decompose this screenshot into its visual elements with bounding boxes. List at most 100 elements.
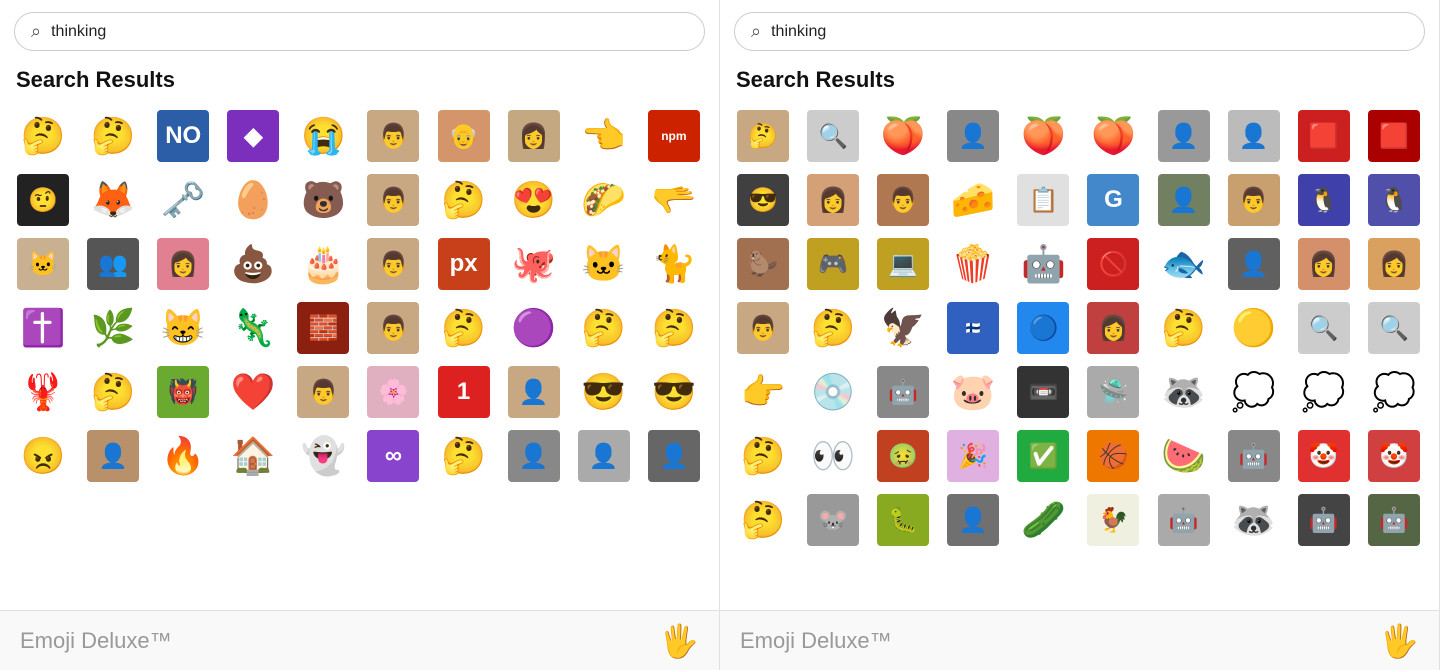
emoji-cell[interactable]: 🤡 [1363,425,1425,487]
emoji-cell[interactable]: 🤔 [433,169,495,231]
emoji-cell[interactable]: 🤨 [12,169,74,231]
emoji-cell[interactable]: 👤 [82,425,144,487]
emoji-cell[interactable]: 👴 [433,105,495,167]
emoji-cell[interactable]: 🤔 [732,425,794,487]
emoji-cell[interactable]: 🐷 [942,361,1004,423]
emoji-cell[interactable]: 🦊 [82,169,144,231]
emoji-cell[interactable]: 🥚 [222,169,284,231]
emoji-cell[interactable]: NO [152,105,214,167]
emoji-cell[interactable]: 🍉 [1153,425,1215,487]
left-emoji-grid-container[interactable]: 🤔🤔NO◆😭👨👴👩👈npm🤨🦊🗝️🥚🐻👨🤔😍🌮🫳🐱👥👩💩🎂👨px🐙🐱🐈✝️🌿😸🦎… [0,101,719,610]
emoji-cell[interactable]: 📋 [1012,169,1074,231]
emoji-cell[interactable]: 👨 [362,105,424,167]
emoji-cell[interactable]: 🤔 [12,105,74,167]
emoji-cell[interactable]: 💻 [872,233,934,295]
right-search-bar[interactable]: ⌕ [734,12,1425,51]
emoji-cell[interactable]: 🐟 [1153,233,1215,295]
emoji-cell[interactable]: 🤔 [82,105,144,167]
emoji-cell[interactable]: 🍑 [1012,105,1074,167]
emoji-cell[interactable]: 🟡 [1223,297,1285,359]
emoji-cell[interactable]: ❤️ [222,361,284,423]
emoji-cell[interactable]: 👨 [362,233,424,295]
emoji-cell[interactable]: 👤 [942,105,1004,167]
emoji-cell[interactable]: 🦞 [12,361,74,423]
emoji-cell[interactable]: 🇫🇮 [942,297,1004,359]
emoji-cell[interactable]: 🍑 [872,105,934,167]
emoji-cell[interactable]: 👩 [1363,233,1425,295]
emoji-cell[interactable]: 🤡 [1293,425,1355,487]
emoji-cell[interactable]: 🥒 [1012,489,1074,551]
emoji-cell[interactable]: 🤖 [1223,425,1285,487]
emoji-cell[interactable]: 🟥 [1363,105,1425,167]
emoji-cell[interactable]: 💭 [1223,361,1285,423]
emoji-cell[interactable]: 🌮 [573,169,635,231]
emoji-cell[interactable]: 👤 [1153,105,1215,167]
emoji-cell[interactable]: 🐈 [643,233,705,295]
emoji-cell[interactable]: 🏀 [1082,425,1144,487]
emoji-cell[interactable]: 🐱 [12,233,74,295]
emoji-cell[interactable]: 🎮 [802,233,864,295]
emoji-cell[interactable]: 👨 [362,169,424,231]
emoji-cell[interactable]: 😍 [503,169,565,231]
emoji-cell[interactable]: 🚫 [1082,233,1144,295]
emoji-cell[interactable]: 🤔 [802,297,864,359]
emoji-cell[interactable]: 🛸 [1082,361,1144,423]
emoji-cell[interactable]: 🎉 [942,425,1004,487]
emoji-cell[interactable]: 🫳 [643,169,705,231]
emoji-cell[interactable]: 🔍 [1363,297,1425,359]
emoji-cell[interactable]: 🌸 [362,361,424,423]
emoji-cell[interactable]: 😭 [292,105,354,167]
emoji-cell[interactable]: 🟥 [1293,105,1355,167]
emoji-cell[interactable]: 😸 [152,297,214,359]
emoji-cell[interactable]: 🍑 [1082,105,1144,167]
emoji-cell[interactable]: 🐓 [1082,489,1144,551]
emoji-cell[interactable]: 💿 [802,361,864,423]
emoji-cell[interactable]: 🦎 [222,297,284,359]
emoji-cell[interactable]: 👈 [573,105,635,167]
emoji-cell[interactable]: 👩 [503,105,565,167]
emoji-cell[interactable]: npm [643,105,705,167]
emoji-cell[interactable]: 🔍 [802,105,864,167]
emoji-cell[interactable]: 😠 [12,425,74,487]
emoji-cell[interactable]: ∞ [362,425,424,487]
emoji-cell[interactable]: 👻 [292,425,354,487]
emoji-cell[interactable]: 🐱 [573,233,635,295]
emoji-cell[interactable]: 👩 [152,233,214,295]
emoji-cell[interactable]: 👤 [503,361,565,423]
emoji-cell[interactable]: 🦝 [1223,489,1285,551]
emoji-cell[interactable]: 👀 [802,425,864,487]
emoji-cell[interactable]: 👤 [573,425,635,487]
emoji-cell[interactable]: 🦝 [1153,361,1215,423]
emoji-cell[interactable]: 🍿 [942,233,1004,295]
emoji-cell[interactable]: ◆ [222,105,284,167]
left-search-input[interactable] [51,23,688,41]
right-search-input[interactable] [771,23,1408,41]
emoji-cell[interactable]: 🐛 [872,489,934,551]
emoji-cell[interactable]: 🤔 [433,297,495,359]
emoji-cell[interactable]: 🦫 [732,233,794,295]
emoji-cell[interactable]: 👨 [1223,169,1285,231]
emoji-cell[interactable]: 📼 [1012,361,1074,423]
emoji-cell[interactable]: 💩 [222,233,284,295]
emoji-cell[interactable]: ✅ [1012,425,1074,487]
emoji-cell[interactable]: 🦅 [872,297,934,359]
emoji-cell[interactable]: 🐧 [1293,169,1355,231]
emoji-cell[interactable]: 🔍 [1293,297,1355,359]
emoji-cell[interactable]: 🤔 [433,425,495,487]
emoji-cell[interactable]: 🤢 [872,425,934,487]
emoji-cell[interactable]: 👤 [1223,233,1285,295]
emoji-cell[interactable]: 👨 [362,297,424,359]
emoji-cell[interactable]: 👤 [643,425,705,487]
emoji-cell[interactable]: 🧀 [942,169,1004,231]
emoji-cell[interactable]: 👩 [802,169,864,231]
emoji-cell[interactable]: 🔥 [152,425,214,487]
emoji-cell[interactable]: 🐻 [292,169,354,231]
emoji-cell[interactable]: 🔵 [1012,297,1074,359]
emoji-cell[interactable]: 🌿 [82,297,144,359]
right-emoji-grid-container[interactable]: 🤔🔍🍑👤🍑🍑👤👤🟥🟥😎👩👨🧀📋G👤👨🐧🐧🦫🎮💻🍿🤖🚫🐟👤👩👩👨🤔🦅🇫🇮🔵👩🤔🟡🔍… [720,101,1439,610]
emoji-cell[interactable]: px [433,233,495,295]
emoji-cell[interactable]: 👩 [1293,233,1355,295]
emoji-cell[interactable]: 🤔 [1153,297,1215,359]
emoji-cell[interactable]: 💭 [1363,361,1425,423]
emoji-cell[interactable]: 👩 [1082,297,1144,359]
